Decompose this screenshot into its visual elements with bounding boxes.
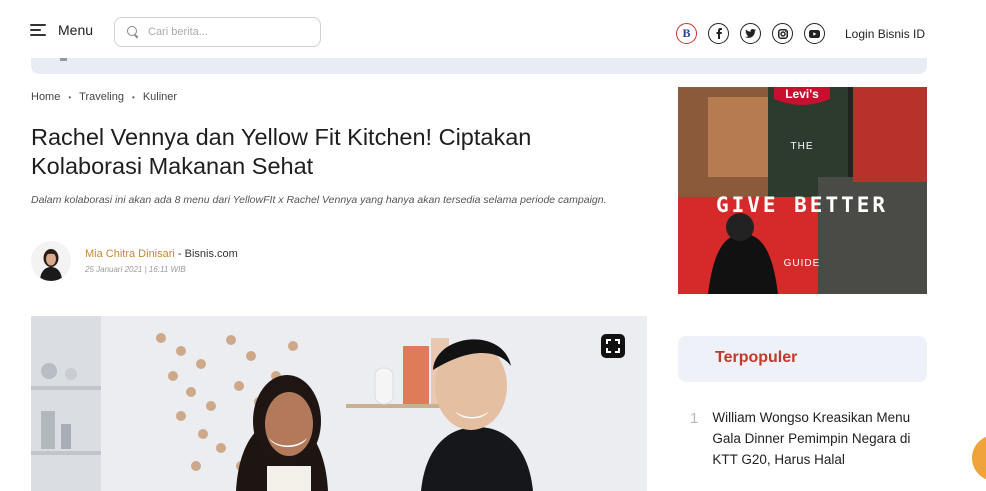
terpopuler-title: Terpopuler [715, 349, 798, 366]
article-summary: Dalam kolaborasi ini akan ada 8 menu dar… [31, 194, 607, 206]
menu-button[interactable]: Menu [30, 22, 93, 38]
publish-date: 25 Januari 2021 | 16:11 WIB [85, 265, 186, 274]
breadcrumb-traveling[interactable]: Traveling [79, 91, 124, 103]
search-box[interactable] [114, 17, 321, 47]
article-hero-image [31, 316, 647, 491]
terpopuler-header: Terpopuler [678, 336, 927, 382]
login-link[interactable]: Login Bisnis ID [845, 27, 925, 41]
search-input[interactable] [148, 26, 308, 38]
search-icon [127, 26, 139, 38]
twitter-icon[interactable] [740, 23, 761, 44]
top-navigation-bar: Menu B Login Bisnis ID [0, 0, 986, 58]
popular-item-1[interactable]: 1 William Wongso Kreasikan Menu Gala Din… [690, 407, 917, 470]
floating-action-button[interactable] [972, 435, 986, 481]
article-title: Rachel Vennya dan Yellow Fit Kitchen! Ci… [31, 124, 532, 179]
popular-item-title[interactable]: William Wongso Kreasikan Menu Gala Dinne… [712, 407, 917, 470]
social-links: B [676, 23, 825, 44]
ad-line2: GIVE BETTER [716, 193, 888, 217]
fullscreen-icon [606, 339, 620, 353]
ad-line1: THE [791, 141, 814, 152]
breadcrumb-separator: • [132, 92, 135, 102]
breadcrumb-kuliner[interactable]: Kuliner [143, 91, 177, 103]
author-source: - Bisnis.com [174, 248, 238, 260]
author-name-link[interactable]: Mia Chitra Dinisari [85, 248, 175, 260]
popular-item-number: 1 [690, 410, 699, 427]
author-avatar[interactable] [31, 241, 71, 281]
fullscreen-button[interactable] [601, 334, 625, 358]
bisnis-icon[interactable]: B [676, 23, 697, 44]
header-strip [31, 58, 927, 74]
ad-brand: Levi's [785, 87, 819, 101]
menu-label: Menu [58, 22, 94, 38]
facebook-icon[interactable] [708, 23, 729, 44]
breadcrumb: Home • Traveling • Kuliner [31, 91, 177, 103]
author-block: Mia Chitra Dinisari - Bisnis.com 25 Janu… [31, 241, 238, 281]
ad-line3: GUIDE [784, 258, 821, 269]
breadcrumb-separator: • [68, 92, 72, 102]
breadcrumb-home[interactable]: Home [31, 91, 60, 103]
levis-advertisement[interactable]: Levi's THE GIVE BETTER GUIDE [678, 87, 927, 294]
youtube-icon[interactable] [804, 23, 825, 44]
hamburger-icon [30, 23, 46, 37]
instagram-icon[interactable] [772, 23, 793, 44]
